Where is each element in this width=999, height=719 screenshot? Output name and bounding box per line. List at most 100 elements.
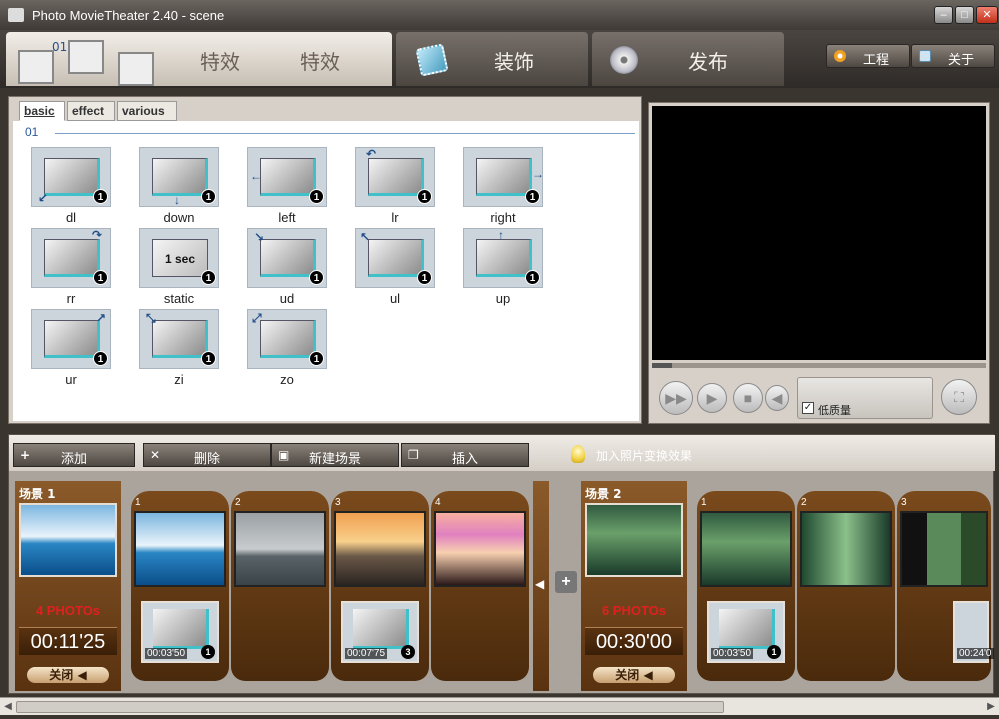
add-scene-button[interactable]: + [555, 571, 577, 593]
speaker-icon: ◀ [771, 390, 783, 406]
app-icon [8, 8, 24, 22]
effect-preview [260, 158, 316, 196]
stop-button[interactable]: ■ [733, 383, 763, 413]
effect-ud[interactable]: ↘ 1 ud [247, 228, 327, 306]
scene-2-close-button[interactable]: 关闭 ◀ [593, 667, 675, 683]
effect-badge: 1 [525, 189, 540, 204]
transition-time: 00:03'50 [145, 648, 188, 659]
preview-progress[interactable] [652, 363, 986, 368]
effect-badge: 1 [201, 189, 216, 204]
maximize-button[interactable]: □ [955, 6, 974, 24]
low-quality-checkbox[interactable]: ✓ [802, 402, 814, 414]
scroll-left-icon[interactable]: ◀ [1, 700, 15, 714]
low-quality-label: 低质量 [818, 404, 851, 417]
scene-1-slide-4[interactable]: 4 [431, 491, 529, 681]
minimize-button[interactable]: – [934, 6, 953, 24]
effect-thumbnail: ↓ 1 [139, 147, 219, 207]
stamp-icon [415, 43, 449, 77]
direction-arrow-icon: ↶ [366, 147, 377, 161]
slide-transition[interactable]: 00:03'50 1 [141, 601, 219, 663]
play-all-button[interactable]: ▶▶ [659, 381, 693, 415]
effect-left[interactable]: ← 1 left [247, 147, 327, 225]
slide-transition[interactable]: 00:24'0 [953, 601, 994, 663]
insert-button[interactable]: ❐ 插入 [401, 443, 529, 467]
effect-right[interactable]: → 1 right [463, 147, 544, 225]
scene-1-close-button[interactable]: 关闭 ◀ [27, 667, 109, 683]
title-bar: Photo MovieTheater 2.40 - scene – □ ✕ [0, 0, 999, 30]
scene-2-slide-3[interactable]: 3 00:24'0 [897, 491, 994, 681]
effect-preview [44, 320, 100, 358]
effect-zi[interactable]: ⤡ 1 zi [139, 309, 219, 387]
effect-badge: 1 [309, 189, 324, 204]
effect-ul[interactable]: ↖ 1 ul [355, 228, 435, 306]
scene-2-header[interactable]: 场景 2 6 PHOTOs 00:30'00 关闭 ◀ [581, 481, 687, 691]
effect-name: rr [66, 291, 76, 306]
effect-lr[interactable]: ↶ 1 lr [355, 147, 435, 225]
tab-publish-label: 发布 [688, 50, 728, 74]
transition-preview [719, 609, 775, 649]
scene-2-thumbnail [585, 503, 683, 577]
effect-preview [260, 320, 316, 358]
effect-preview [152, 158, 208, 196]
effect-preview [44, 239, 100, 277]
scene-2-slide-2[interactable]: 2 [797, 491, 895, 681]
subtab-various[interactable]: various [117, 101, 177, 121]
close-button[interactable]: ✕ [976, 6, 998, 24]
project-button-label: 工程 [863, 53, 890, 68]
direction-arrow-icon: ↖ [360, 230, 371, 244]
scene-2-photo-count: 6 PHOTOs [601, 603, 667, 618]
scrollbar-thumb[interactable] [16, 701, 724, 713]
effect-thumbnail: ↙ 1 [31, 147, 111, 207]
effect-frame: basic effect various 01 ↙ 1 dl ↓ 1 down ← 1 left… [8, 96, 642, 424]
new-scene-button[interactable]: ▣ 新建场景 [271, 443, 399, 467]
effect-zo[interactable]: ⤢ 1 zo [247, 309, 327, 387]
effect-rr[interactable]: ↷ 1 rr [31, 228, 111, 306]
storyboard-scrollbar[interactable]: ◀ ▶ [0, 697, 999, 715]
collapse-arrow-icon[interactable]: ◀ [535, 577, 544, 591]
project-button[interactable]: 工程 [826, 44, 910, 68]
effect-thumbnail: ⤢ 1 [247, 309, 327, 369]
slide-transition[interactable]: 00:03'50 1 [707, 601, 785, 663]
info-icon [919, 50, 931, 62]
tab-publish[interactable]: 发布 [592, 32, 784, 86]
slide-transition[interactable]: 00:07'75 3 [341, 601, 419, 663]
slide-number: 2 [235, 497, 241, 508]
effect-preview [368, 158, 424, 196]
section-label: 01 [25, 125, 39, 139]
scene-2-slide-1[interactable]: 1 00:03'50 1 [697, 491, 795, 681]
about-button[interactable]: 关于 [911, 44, 995, 68]
play-button[interactable]: ▶ [697, 383, 727, 413]
effect-name: ur [65, 372, 77, 387]
effect-dl[interactable]: ↙ 1 dl [31, 147, 111, 225]
direction-arrow-icon: ⤢ [252, 311, 262, 325]
subtab-effect[interactable]: effect [67, 101, 115, 121]
effect-preview [476, 239, 532, 277]
delete-button[interactable]: ✕ 删除 [143, 443, 271, 467]
scroll-right-icon[interactable]: ▶ [984, 700, 998, 714]
direction-arrow-icon: ↗ [96, 311, 107, 325]
scene-1-slide-3[interactable]: 3 00:07'75 3 [331, 491, 429, 681]
scene-1-slide-2[interactable]: 2 [231, 491, 329, 681]
effect-thumbnail: ↶ 1 [355, 147, 435, 207]
tab-decoration[interactable]: 装饰 [396, 32, 588, 86]
fullscreen-button[interactable]: ⛶ [941, 379, 977, 415]
effect-down[interactable]: ↓ 1 down [139, 147, 219, 225]
volume-button[interactable]: ◀ [765, 385, 789, 411]
scene-1-slide-1[interactable]: 1 00:03'50 1 [131, 491, 229, 681]
subtab-basic[interactable]: basic [19, 101, 65, 121]
add-button[interactable]: + 添加 [13, 443, 135, 467]
preview-frame: ▶▶ ▶ ■ ◀ ✓ 低质量 ⛶ [648, 102, 990, 424]
effect-up[interactable]: ↑ 1 up [463, 228, 543, 306]
effect-ur[interactable]: ↗ 1 ur [31, 309, 111, 387]
scene-1-duration: 00:11'25 [19, 627, 117, 655]
tab-effects[interactable]: 01 特效 特效 [6, 32, 392, 86]
effect-static[interactable]: 1 sec 1 static [139, 228, 219, 306]
effect-preview [152, 320, 208, 358]
about-button-label: 关于 [948, 53, 975, 68]
scene-1-header[interactable]: 场景 1 4 PHOTOs 00:11'25 关闭 ◀ [15, 481, 121, 691]
slide-thumbnail [334, 511, 426, 587]
slide-thumbnail [434, 511, 526, 587]
scene-1-photo-count: 4 PHOTOs [35, 603, 101, 618]
slide-number: 3 [901, 497, 907, 508]
disc-icon [610, 46, 638, 74]
